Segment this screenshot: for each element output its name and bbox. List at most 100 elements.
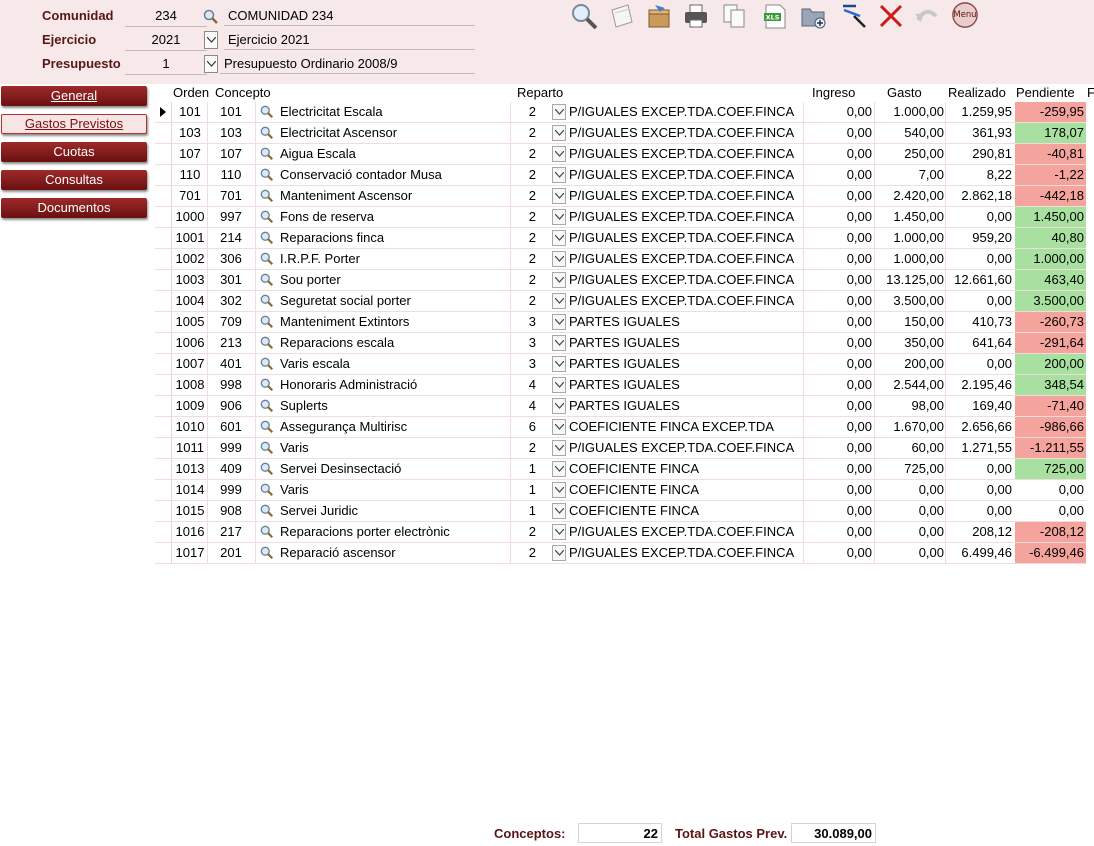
- reparto-dropdown-button[interactable]: [552, 503, 566, 519]
- gasto-cell[interactable]: 350,00: [875, 333, 946, 353]
- undo-icon[interactable]: [912, 2, 940, 30]
- reparto-dropdown-button[interactable]: [552, 545, 566, 561]
- row-selector[interactable]: [155, 165, 172, 185]
- new-document-icon[interactable]: [607, 2, 635, 30]
- broom-icon[interactable]: [840, 2, 868, 30]
- reparto-dropdown-button[interactable]: [552, 524, 566, 540]
- concepto-cell[interactable]: 306: [207, 249, 256, 269]
- concepto-description-cell[interactable]: Servei Juridic: [279, 501, 511, 521]
- concepto-description-cell[interactable]: Suplerts: [279, 396, 511, 416]
- nav-gastos-previstos-button[interactable]: Gastos Previstos: [1, 114, 147, 134]
- comunidad-search-icon[interactable]: [203, 9, 219, 28]
- reparto-code-cell[interactable]: 2: [510, 522, 550, 542]
- orden-cell[interactable]: 1010: [173, 417, 208, 437]
- reparto-dropdown-button[interactable]: [552, 419, 566, 435]
- concepto-search-icon[interactable]: [256, 123, 278, 143]
- reparto-code-cell[interactable]: 2: [510, 291, 550, 311]
- reparto-code-cell[interactable]: 3: [510, 333, 550, 353]
- reparto-code-cell[interactable]: 2: [510, 165, 550, 185]
- table-row[interactable]: 1010 601 Assegurança Multirisc 6 COEFICIENTE…: [155, 417, 1086, 438]
- reparto-dropdown-button[interactable]: [552, 230, 566, 246]
- orden-cell[interactable]: 1002: [173, 249, 208, 269]
- orden-cell[interactable]: 107: [173, 144, 208, 164]
- ingreso-cell[interactable]: 0,00: [804, 291, 875, 311]
- table-row[interactable]: 1007 401 Varis escala 3 PARTES IGUALES 0,00 20…: [155, 354, 1086, 375]
- row-selector[interactable]: [155, 438, 172, 458]
- concepto-search-icon[interactable]: [256, 522, 278, 542]
- concepto-search-icon[interactable]: [256, 333, 278, 353]
- table-row[interactable]: 1015 908 Servei Juridic 1 COEFICIENTE FINCA 0…: [155, 501, 1086, 522]
- table-row[interactable]: 107 107 Aigua Escala 2 P/IGUALES EXCEP.TDA.C…: [155, 144, 1086, 165]
- table-row[interactable]: 1013 409 Servei Desinsectació 1 COEFICIENTE …: [155, 459, 1086, 480]
- row-selector[interactable]: [155, 333, 172, 353]
- concepto-cell[interactable]: 401: [207, 354, 256, 374]
- gasto-cell[interactable]: 725,00: [875, 459, 946, 479]
- presupuesto-name-field[interactable]: Presupuesto Ordinario 2008/9: [220, 54, 475, 74]
- concepto-search-icon[interactable]: [256, 249, 278, 269]
- orden-cell[interactable]: 1003: [173, 270, 208, 290]
- reparto-dropdown-button[interactable]: [552, 125, 566, 141]
- gasto-cell[interactable]: 1.000,00: [875, 228, 946, 248]
- table-row[interactable]: 101 101 Electricitat Escala 2 P/IGUALES EXCE…: [155, 102, 1086, 123]
- gasto-cell[interactable]: 98,00: [875, 396, 946, 416]
- concepto-search-icon[interactable]: [256, 543, 278, 563]
- concepto-search-icon[interactable]: [256, 207, 278, 227]
- reparto-code-cell[interactable]: 4: [510, 396, 550, 416]
- reparto-code-cell[interactable]: 2: [510, 270, 550, 290]
- gasto-cell[interactable]: 1.450,00: [875, 207, 946, 227]
- concepto-cell[interactable]: 998: [207, 375, 256, 395]
- concepto-search-icon[interactable]: [256, 228, 278, 248]
- reparto-code-cell[interactable]: 2: [510, 543, 550, 563]
- concepto-cell[interactable]: 213: [207, 333, 256, 353]
- gasto-cell[interactable]: 0,00: [875, 522, 946, 542]
- table-row[interactable]: 1004 302 Seguretat social porter 2 P/IGUALES…: [155, 291, 1086, 312]
- gasto-cell[interactable]: 2.544,00: [875, 375, 946, 395]
- concepto-cell[interactable]: 999: [207, 480, 256, 500]
- concepto-description-cell[interactable]: Reparacions porter electrònic: [279, 522, 511, 542]
- row-selector[interactable]: [155, 228, 172, 248]
- table-row[interactable]: 1009 906 Suplerts 4 PARTES IGUALES 0,00 98,00 1…: [155, 396, 1086, 417]
- orden-cell[interactable]: 1014: [173, 480, 208, 500]
- table-row[interactable]: 1000 997 Fons de reserva 2 P/IGUALES EXCEP.T…: [155, 207, 1086, 228]
- concepto-description-cell[interactable]: Reparacions escala: [279, 333, 511, 353]
- row-selector[interactable]: [155, 186, 172, 206]
- concepto-search-icon[interactable]: [256, 165, 278, 185]
- row-selector[interactable]: [155, 144, 172, 164]
- concepto-description-cell[interactable]: Manteniment Ascensor: [279, 186, 511, 206]
- concepto-search-icon[interactable]: [256, 375, 278, 395]
- gasto-cell[interactable]: 1.000,00: [875, 249, 946, 269]
- reparto-code-cell[interactable]: 3: [510, 312, 550, 332]
- orden-cell[interactable]: 103: [173, 123, 208, 143]
- concepto-description-cell[interactable]: Reparacions finca: [279, 228, 511, 248]
- orden-cell[interactable]: 1006: [173, 333, 208, 353]
- concepto-cell[interactable]: 701: [207, 186, 256, 206]
- nav-documentos-button[interactable]: Documentos: [1, 198, 147, 218]
- concepto-search-icon[interactable]: [256, 102, 278, 122]
- reparto-code-cell[interactable]: 1: [510, 501, 550, 521]
- ingreso-cell[interactable]: 0,00: [804, 438, 875, 458]
- table-row[interactable]: 110 110 Conservació contador Musa 2 P/IGUALE…: [155, 165, 1086, 186]
- concepto-cell[interactable]: 214: [207, 228, 256, 248]
- concepto-cell[interactable]: 999: [207, 438, 256, 458]
- row-selector[interactable]: [155, 354, 172, 374]
- reparto-code-cell[interactable]: 2: [510, 228, 550, 248]
- concepto-description-cell[interactable]: Varis: [279, 438, 511, 458]
- gasto-cell[interactable]: 200,00: [875, 354, 946, 374]
- reparto-code-cell[interactable]: 2: [510, 207, 550, 227]
- row-selector[interactable]: [155, 417, 172, 437]
- concepto-search-icon[interactable]: [256, 312, 278, 332]
- reparto-code-cell[interactable]: 2: [510, 102, 550, 122]
- concepto-cell[interactable]: 997: [207, 207, 256, 227]
- gasto-cell[interactable]: 0,00: [875, 480, 946, 500]
- gasto-cell[interactable]: 60,00: [875, 438, 946, 458]
- table-row[interactable]: 1003 301 Sou porter 2 P/IGUALES EXCEP.TDA.CO…: [155, 270, 1086, 291]
- row-selector[interactable]: [155, 207, 172, 227]
- concepto-cell[interactable]: 107: [207, 144, 256, 164]
- ingreso-cell[interactable]: 0,00: [804, 417, 875, 437]
- ejercicio-code-field[interactable]: 2021: [125, 30, 207, 51]
- presupuesto-code-field[interactable]: 1: [125, 54, 207, 75]
- ingreso-cell[interactable]: 0,00: [804, 312, 875, 332]
- concepto-search-icon[interactable]: [256, 438, 278, 458]
- gasto-cell[interactable]: 150,00: [875, 312, 946, 332]
- row-selector[interactable]: [155, 480, 172, 500]
